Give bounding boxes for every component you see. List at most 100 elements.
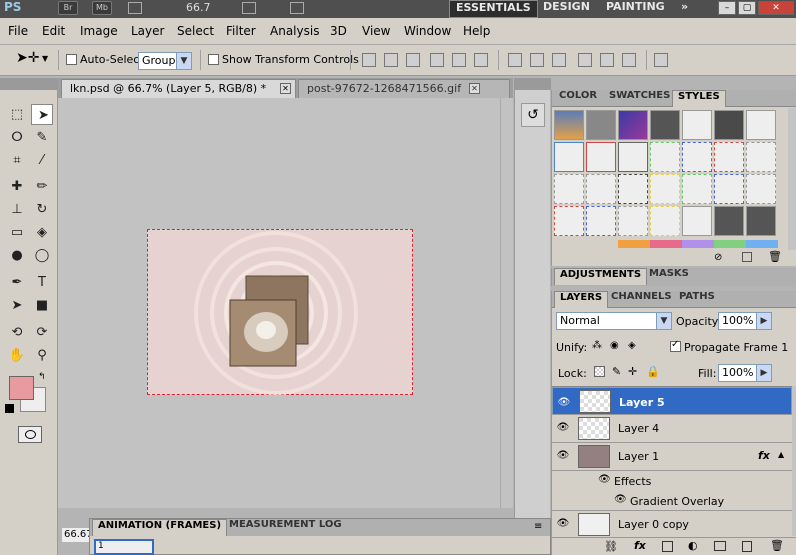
blur-tool-icon[interactable]: ●	[6, 245, 28, 266]
fill-input[interactable]: 100% ▶	[718, 364, 772, 382]
align-right-icon[interactable]	[474, 53, 488, 67]
styles-scrollbar[interactable]	[788, 108, 796, 250]
rectangle-tool-icon[interactable]: ■	[31, 295, 53, 316]
status-zoom[interactable]: 66.67	[62, 528, 93, 542]
menu-analysis[interactable]: Analysis	[270, 24, 319, 38]
style-swatch[interactable]	[554, 142, 584, 172]
style-swatch[interactable]	[682, 142, 712, 172]
lock-pixels-icon[interactable]: ✎	[612, 365, 621, 378]
tab-adjustments[interactable]: ADJUSTMENTS	[554, 268, 648, 285]
distribute-bottom-icon[interactable]	[552, 53, 566, 67]
style-swatch[interactable]	[714, 142, 744, 172]
style-swatch[interactable]	[554, 110, 584, 140]
style-swatch[interactable]	[618, 174, 648, 204]
blend-mode-dropdown[interactable]: Normal ▼	[556, 312, 672, 330]
clone-stamp-tool-icon[interactable]: ⊥	[6, 199, 28, 220]
style-swatch[interactable]	[586, 174, 616, 204]
distribute-left-icon[interactable]	[578, 53, 592, 67]
animation-frame[interactable]: 1	[94, 539, 154, 555]
history-icon[interactable]: ↺	[521, 103, 545, 127]
foreground-color-chip[interactable]	[9, 376, 34, 400]
3d-orbit-tool-icon[interactable]: ⟳	[31, 322, 53, 343]
close-icon[interactable]: ✕	[469, 83, 480, 94]
distribute-hcenter-icon[interactable]	[600, 53, 614, 67]
style-swatch[interactable]	[746, 174, 776, 204]
layers-scrollbar[interactable]	[792, 386, 796, 536]
auto-select-checkbox[interactable]	[66, 54, 77, 65]
style-swatch[interactable]	[618, 206, 648, 236]
align-left-icon[interactable]	[430, 53, 444, 67]
hand-tool-icon[interactable]: ✋	[6, 345, 28, 366]
trash-icon[interactable]: 🗑	[768, 250, 782, 263]
style-swatch[interactable]	[586, 206, 616, 236]
document-canvas[interactable]	[147, 229, 413, 395]
eye-icon[interactable]: 👁	[614, 494, 627, 505]
gradient-overlay-row[interactable]: 👁 Gradient Overlay	[552, 491, 792, 511]
quick-select-tool-icon[interactable]: ✎	[31, 127, 53, 148]
menu-help[interactable]: Help	[463, 24, 490, 38]
history-brush-tool-icon[interactable]: ↻	[31, 199, 53, 220]
trash-icon[interactable]: 🗑	[770, 539, 784, 552]
new-style-icon[interactable]	[742, 252, 752, 262]
propagate-frame-checkbox[interactable]	[670, 339, 681, 352]
tab-styles[interactable]: STYLES	[672, 90, 726, 107]
tab-animation-frames[interactable]: ANIMATION (FRAMES)	[92, 519, 228, 536]
3d-rotate-tool-icon[interactable]: ⟲	[6, 322, 28, 343]
tab-channels[interactable]: CHANNELS	[606, 291, 677, 308]
unify-position-icon[interactable]: ⁂	[592, 340, 602, 351]
zoom-tool-icon[interactable]: ⚲	[31, 345, 53, 366]
default-colors-icon[interactable]	[5, 404, 14, 413]
eye-icon[interactable]: 👁	[556, 422, 570, 434]
workspace-essentials[interactable]: ESSENTIALS	[449, 0, 538, 18]
lock-position-icon[interactable]: ✛	[628, 365, 637, 378]
tab-paths[interactable]: PATHS	[674, 291, 720, 308]
path-select-tool-icon[interactable]: ➤	[6, 295, 28, 316]
arrange-icon[interactable]	[242, 2, 256, 14]
quick-mask-button[interactable]	[18, 426, 42, 443]
extras-icon[interactable]	[128, 2, 142, 14]
clear-style-icon[interactable]: ⊘	[714, 252, 722, 263]
tab-swatches[interactable]: SWATCHES	[604, 90, 675, 107]
style-swatch[interactable]	[554, 174, 584, 204]
crop-tool-icon[interactable]: ⌗	[6, 150, 28, 171]
style-swatch[interactable]	[650, 110, 680, 140]
tab-masks[interactable]: MASKS	[644, 268, 694, 285]
eyedropper-tool-icon[interactable]: ⁄	[31, 150, 53, 171]
eye-icon[interactable]: 👁	[556, 518, 570, 530]
healing-brush-tool-icon[interactable]: ✚	[6, 176, 28, 197]
align-vcenter-icon[interactable]	[384, 53, 398, 67]
show-transform-checkbox[interactable]	[208, 54, 219, 65]
workspace-painting[interactable]: PAINTING	[600, 0, 671, 18]
menu-image[interactable]: Image	[80, 24, 118, 38]
style-swatch[interactable]	[682, 174, 712, 204]
lock-all-icon[interactable]: 🔒	[646, 365, 660, 378]
workspace-design[interactable]: DESIGN	[537, 0, 596, 18]
layer-row-layer4[interactable]: 👁 Layer 4	[552, 415, 792, 443]
panel-grip[interactable]	[515, 78, 551, 90]
screen-mode-icon[interactable]	[290, 2, 304, 14]
align-hcenter-icon[interactable]	[452, 53, 466, 67]
style-swatch[interactable]	[714, 174, 744, 204]
tab-lkn-psd[interactable]: lkn.psd @ 66.7% (Layer 5, RGB/8) * ✕	[61, 79, 296, 98]
eraser-tool-icon[interactable]: ▭	[6, 222, 28, 243]
paint-bucket-tool-icon[interactable]: ◈	[31, 222, 53, 243]
panel-grip[interactable]	[0, 78, 58, 90]
opacity-input[interactable]: 100% ▶	[718, 312, 772, 330]
style-swatch[interactable]	[618, 142, 648, 172]
layer-row-layer1[interactable]: 👁 Layer 1 fx ▲	[552, 443, 792, 471]
style-swatch[interactable]	[650, 142, 680, 172]
eye-icon[interactable]: 👁	[556, 450, 570, 462]
style-swatch[interactable]	[714, 206, 744, 236]
distribute-top-icon[interactable]	[508, 53, 522, 67]
dodge-tool-icon[interactable]: ◯	[31, 245, 53, 266]
auto-select-dropdown[interactable]: Group ▼	[138, 52, 192, 70]
tab-post-gif[interactable]: post-97672-1268471566.gif ✕	[298, 79, 510, 98]
tab-layers[interactable]: LAYERS	[554, 291, 609, 308]
fx-icon[interactable]: fx	[758, 449, 770, 462]
menu-view[interactable]: View	[362, 24, 390, 38]
tab-color[interactable]: COLOR	[554, 90, 602, 107]
style-swatch[interactable]	[586, 110, 616, 140]
style-swatch[interactable]	[618, 110, 648, 140]
layer-row-layer5[interactable]: 👁 Layer 5	[552, 387, 792, 415]
style-swatch[interactable]	[554, 206, 584, 236]
